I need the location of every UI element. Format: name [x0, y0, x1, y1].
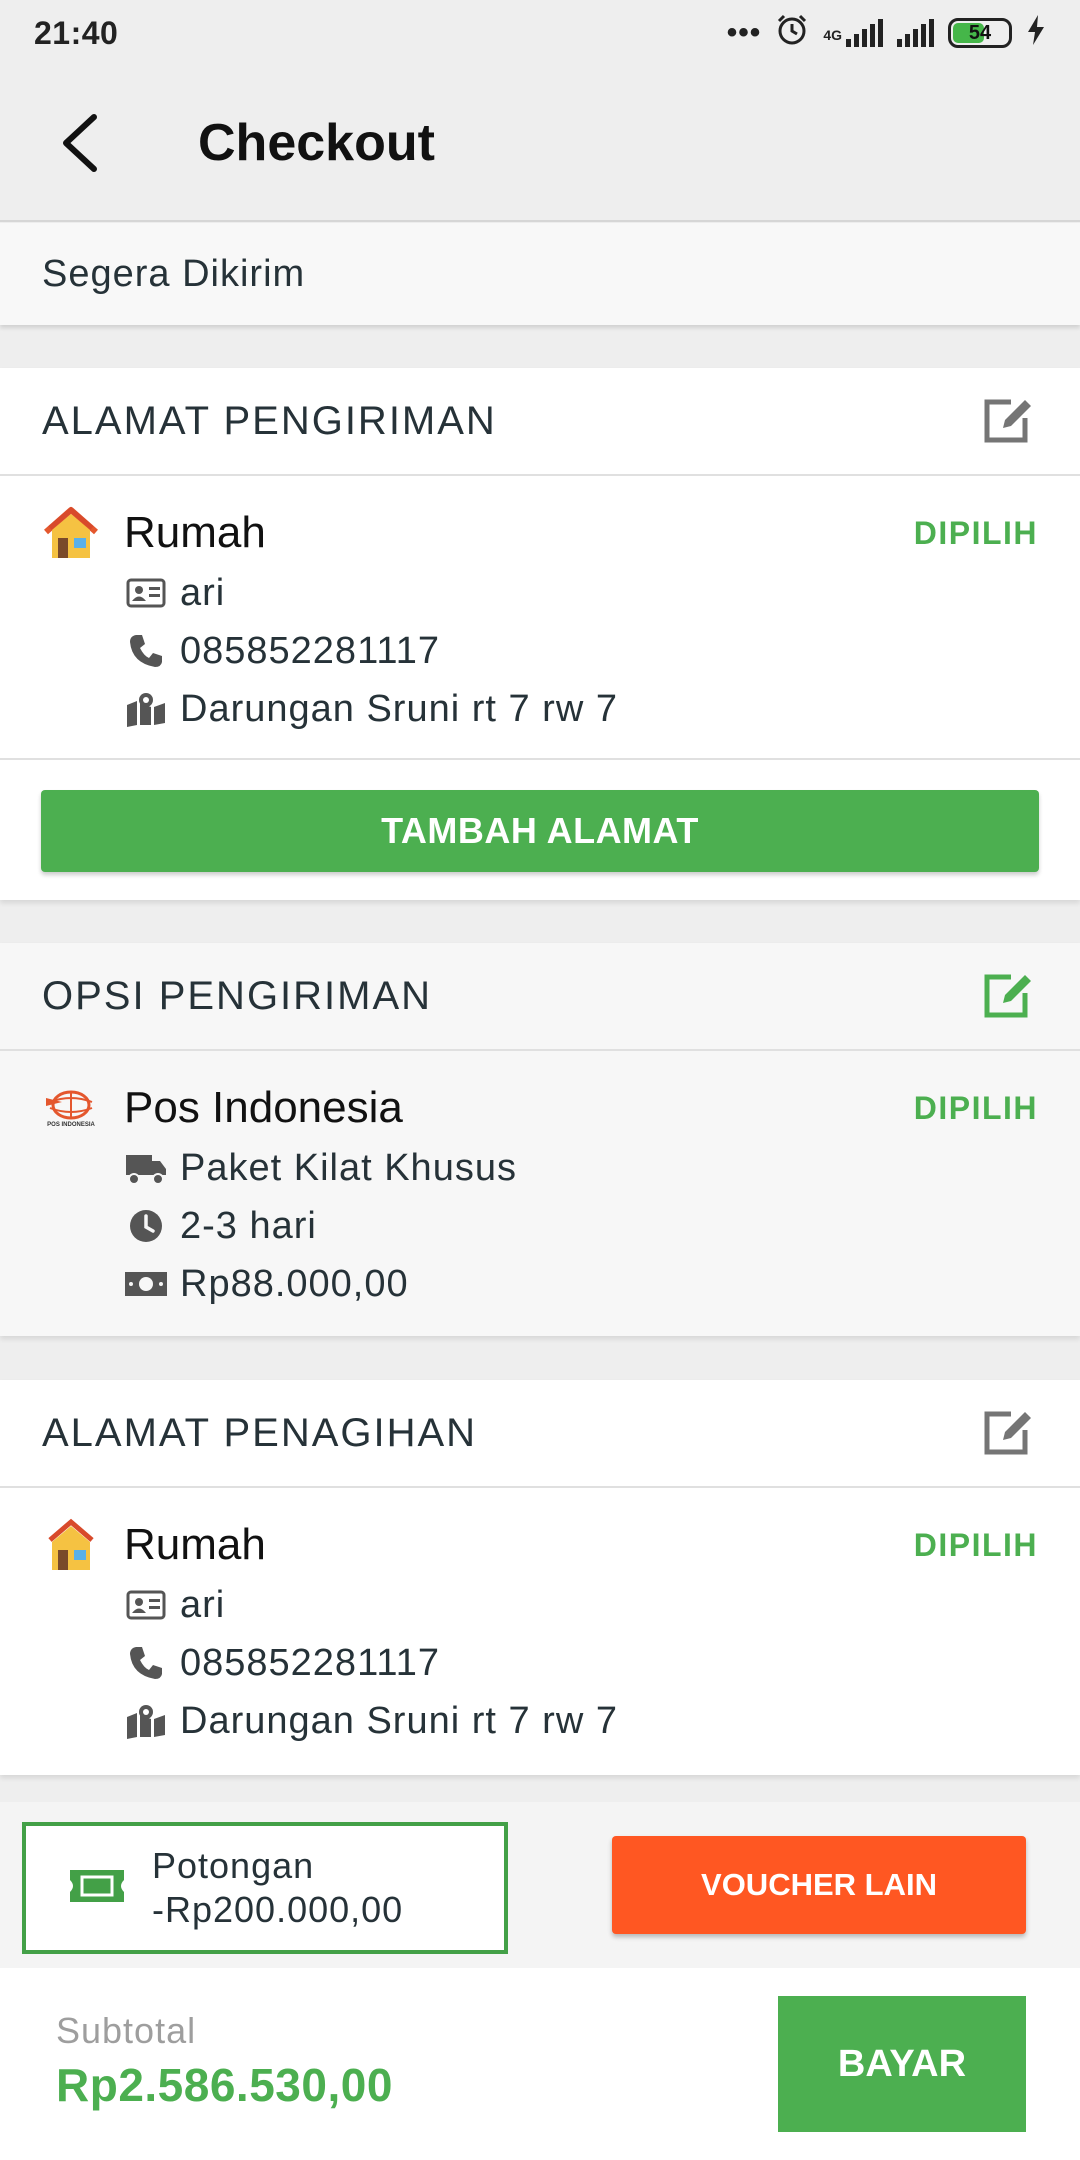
billing-address-title: ALAMAT PENAGIHAN — [42, 1410, 478, 1455]
shipping-cost: Rp88.000,00 — [180, 1262, 409, 1305]
id-card-icon — [124, 571, 168, 615]
recipient-row: ari — [124, 564, 1038, 622]
shipping-address-title: ALAMAT PENGIRIMAN — [42, 398, 497, 443]
recipient-name: ari — [180, 1583, 226, 1626]
service-name: Paket Kilat Khusus — [180, 1146, 517, 1189]
signal-icon — [846, 19, 883, 47]
more-notifications-icon: ••• — [726, 16, 762, 49]
pay-button[interactable]: BAYAR — [778, 1996, 1026, 2132]
phone-row: 085852281117 — [124, 1634, 1038, 1692]
phone-number: 085852281117 — [180, 1641, 440, 1684]
address-row: Darungan Sruni rt 7 rw 7 — [124, 680, 1038, 738]
edit-icon — [984, 399, 1031, 443]
edit-shipping-address-button[interactable] — [978, 391, 1038, 451]
shipping-option-title: OPSI PENGIRIMAN — [42, 973, 433, 1018]
billing-address-header: ALAMAT PENAGIHAN — [0, 1380, 1080, 1488]
alarm-icon — [775, 13, 809, 54]
shipping-address-card: ALAMAT PENGIRIMAN Rumah DIPILIH ari 0858… — [0, 368, 1080, 900]
voucher-bar: Potongan -Rp200.000,00 VOUCHER LAIN — [0, 1802, 1080, 1968]
voucher-amount: -Rp200.000,00 — [152, 1889, 404, 1930]
battery-level: 54 — [968, 21, 992, 44]
billing-address-entry[interactable]: Rumah DIPILIH ari 085852281117 Darungan … — [0, 1488, 1080, 1750]
house-icon — [42, 504, 100, 562]
recipient-name: ari — [180, 571, 226, 614]
selected-badge: DIPILIH — [913, 514, 1038, 551]
voucher-discount[interactable]: Potongan -Rp200.000,00 — [22, 1822, 508, 1954]
other-voucher-button[interactable]: VOUCHER LAIN — [612, 1836, 1026, 1934]
battery-icon: 54 — [948, 18, 1012, 48]
edit-shipping-option-button[interactable] — [978, 966, 1038, 1026]
signal-icon-2 — [897, 19, 934, 47]
address-text: Darungan Sruni rt 7 rw 7 — [180, 687, 618, 730]
ticket-icon — [68, 1866, 126, 1911]
address-name: Rumah — [124, 1520, 266, 1569]
shipping-address-entry[interactable]: Rumah DIPILIH ari 085852281117 Darungan … — [0, 476, 1080, 760]
pos-indonesia-logo: POS INDONESIA — [42, 1079, 100, 1137]
status-icons: ••• 4G 54 — [727, 13, 1046, 54]
page-title: Checkout — [198, 114, 435, 172]
courier-name: Pos Indonesia — [124, 1083, 403, 1132]
address-row: Darungan Sruni rt 7 rw 7 — [124, 1692, 1038, 1750]
charging-icon — [1026, 14, 1046, 52]
phone-number: 085852281117 — [180, 629, 440, 672]
pos-indonesia-logo-text: POS INDONESIA — [47, 1122, 95, 1128]
back-button[interactable] — [20, 83, 140, 203]
network-type: 4G — [823, 26, 842, 43]
delivery-notice: Segera Dikirim — [0, 223, 1080, 325]
selected-badge: DIPILIH — [913, 1526, 1038, 1563]
map-pin-icon — [124, 1699, 168, 1743]
add-address-button[interactable]: TAMBAH ALAMAT — [41, 790, 1039, 872]
service-row: Paket Kilat Khusus — [124, 1139, 1038, 1197]
checkout-footer: Subtotal Rp2.586.530,00 BAYAR — [0, 1968, 1080, 2160]
clock-icon — [124, 1204, 168, 1248]
phone-icon — [124, 1641, 168, 1685]
recipient-row: ari — [124, 1576, 1038, 1634]
status-bar: 21:40 ••• 4G 54 — [0, 0, 1080, 66]
id-card-icon — [124, 1583, 168, 1627]
arrow-back-icon — [63, 114, 97, 172]
phone-icon — [124, 629, 168, 673]
address-text: Darungan Sruni rt 7 rw 7 — [180, 1699, 618, 1742]
shipping-option-card: OPSI PENGIRIMAN POS INDONESIA Pos Indone… — [0, 943, 1080, 1336]
shipping-address-header: ALAMAT PENGIRIMAN — [0, 368, 1080, 476]
status-time: 21:40 — [34, 14, 119, 51]
voucher-label: Potongan — [152, 1845, 315, 1886]
cost-row: Rp88.000,00 — [124, 1255, 1038, 1313]
edit-billing-address-button[interactable] — [978, 1403, 1038, 1463]
shipping-option-entry[interactable]: POS INDONESIA Pos Indonesia DIPILIH Pake… — [0, 1051, 1080, 1313]
edit-icon — [984, 1411, 1031, 1455]
delivery-duration: 2-3 hari — [180, 1204, 317, 1247]
edit-icon — [984, 974, 1031, 1018]
duration-row: 2-3 hari — [124, 1197, 1038, 1255]
money-icon — [124, 1262, 168, 1306]
address-name: Rumah — [124, 508, 266, 557]
shipping-option-header: OPSI PENGIRIMAN — [0, 943, 1080, 1051]
app-bar: Checkout — [0, 66, 1080, 222]
billing-address-card: ALAMAT PENAGIHAN Rumah DIPILIH ari 08585… — [0, 1380, 1080, 1775]
subtotal-label: Subtotal — [56, 2010, 197, 2051]
selected-badge: DIPILIH — [913, 1089, 1038, 1126]
map-pin-icon — [124, 687, 168, 731]
phone-row: 085852281117 — [124, 622, 1038, 680]
house-icon — [42, 1516, 100, 1574]
subtotal-value: Rp2.586.530,00 — [56, 2059, 393, 2111]
truck-icon — [124, 1146, 168, 1190]
